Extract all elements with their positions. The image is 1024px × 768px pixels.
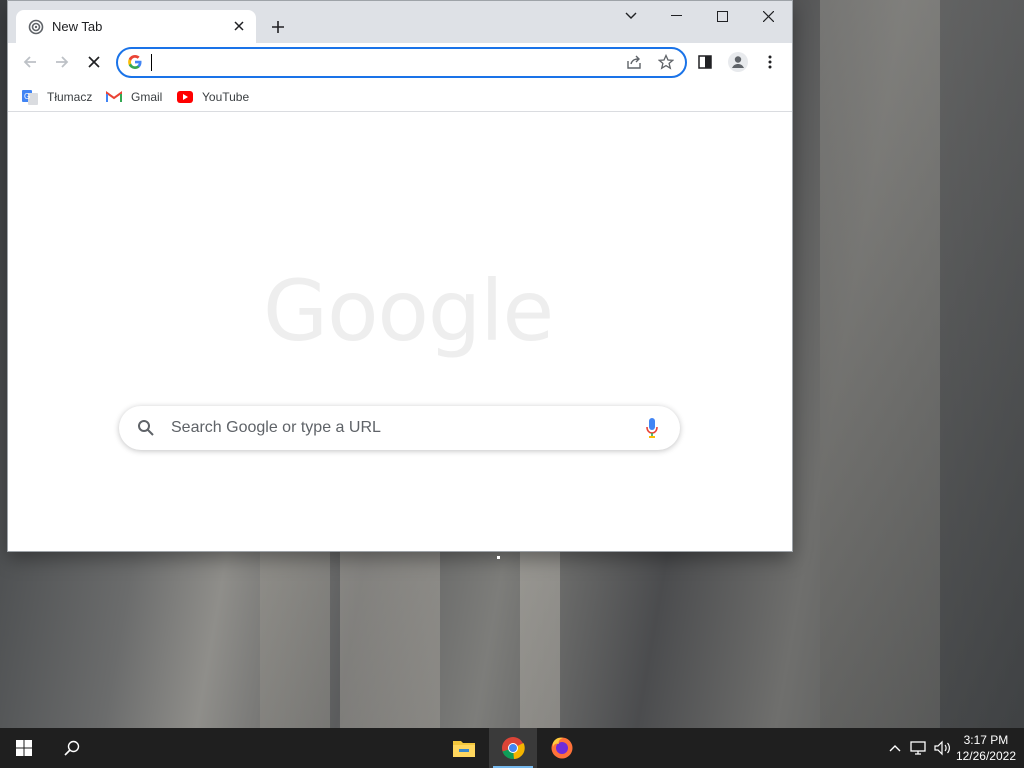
text-caret (151, 54, 152, 71)
system-clock[interactable]: 3:17 PM 12/26/2022 (956, 732, 1016, 764)
microphone-icon[interactable] (646, 418, 658, 443)
close-tab-icon[interactable] (230, 17, 248, 35)
search-placeholder: Search Google or type a URL (171, 419, 381, 436)
bookmark-label: Tłumacz (47, 90, 93, 104)
menu-kebab-icon[interactable] (757, 49, 783, 75)
bookmark-label: YouTube (202, 90, 250, 104)
google-logo: Google (263, 262, 554, 360)
bookmark-label: Gmail (131, 90, 163, 104)
ntp-search-box[interactable]: Search Google or type a URL (119, 406, 680, 450)
title-bar: New Tab (8, 1, 792, 43)
taskbar-firefox[interactable] (538, 728, 586, 768)
forward-button[interactable] (49, 49, 75, 75)
side-panel-icon[interactable] (692, 49, 718, 75)
new-tab-button[interactable] (266, 15, 290, 39)
new-tab-page: Google Search Google or type a URL (8, 112, 792, 551)
wallpaper-rock (820, 0, 940, 730)
taskbar-search-button[interactable] (48, 728, 96, 768)
bookmark-star-icon[interactable] (653, 49, 679, 75)
volume-icon (934, 740, 950, 756)
bookmark-youtube[interactable]: YouTube (177, 86, 249, 108)
minimize-button[interactable] (654, 1, 698, 31)
tab-title: New Tab (52, 19, 103, 34)
gmail-icon (106, 91, 122, 102)
bookmark-gmail[interactable]: Gmail (106, 86, 162, 108)
windows-logo-icon (16, 740, 32, 756)
bookmark-tlumacz[interactable]: G Tłumacz (22, 86, 92, 108)
tab-new-tab[interactable]: New Tab (16, 10, 256, 43)
youtube-icon (177, 91, 193, 103)
address-input[interactable] (150, 52, 594, 74)
tab-search-icon[interactable] (609, 1, 653, 31)
toolbar (8, 43, 792, 81)
stop-loading-button[interactable] (81, 49, 107, 75)
address-bar[interactable] (116, 47, 687, 78)
search-icon (137, 419, 155, 442)
profile-avatar-icon[interactable] (725, 49, 751, 75)
firefox-icon (551, 737, 573, 759)
mouse-cursor (497, 556, 500, 559)
clock-date: 12/26/2022 (955, 749, 1016, 763)
google-translate-icon: G (22, 90, 38, 105)
show-hidden-icons-button[interactable] (884, 738, 906, 758)
chrome-window: New Tab G Tłumacz Gmail YouTube Google S… (8, 1, 792, 551)
google-g-icon (127, 54, 143, 70)
clock-time: 3:17 PM (963, 733, 1009, 747)
share-icon[interactable] (621, 49, 647, 75)
network-icon (910, 741, 926, 755)
bookmarks-bar: G Tłumacz Gmail YouTube (8, 81, 792, 112)
close-window-button[interactable] (746, 1, 790, 31)
svg-text:G: G (24, 92, 30, 101)
taskbar-chrome[interactable] (489, 728, 537, 768)
taskbar: 3:17 PM 12/26/2022 (0, 728, 1024, 768)
network-tray-icon[interactable] (908, 738, 930, 758)
chevron-up-icon (889, 745, 901, 752)
chrome-icon (502, 737, 525, 760)
back-button[interactable] (17, 49, 43, 75)
file-explorer-icon (453, 741, 475, 757)
search-icon (64, 740, 80, 756)
maximize-button[interactable] (700, 1, 744, 31)
loading-icon (28, 19, 44, 35)
wallpaper-rock (940, 0, 1024, 730)
start-button[interactable] (0, 728, 48, 768)
taskbar-file-explorer[interactable] (440, 728, 488, 768)
volume-tray-icon[interactable] (932, 738, 954, 758)
